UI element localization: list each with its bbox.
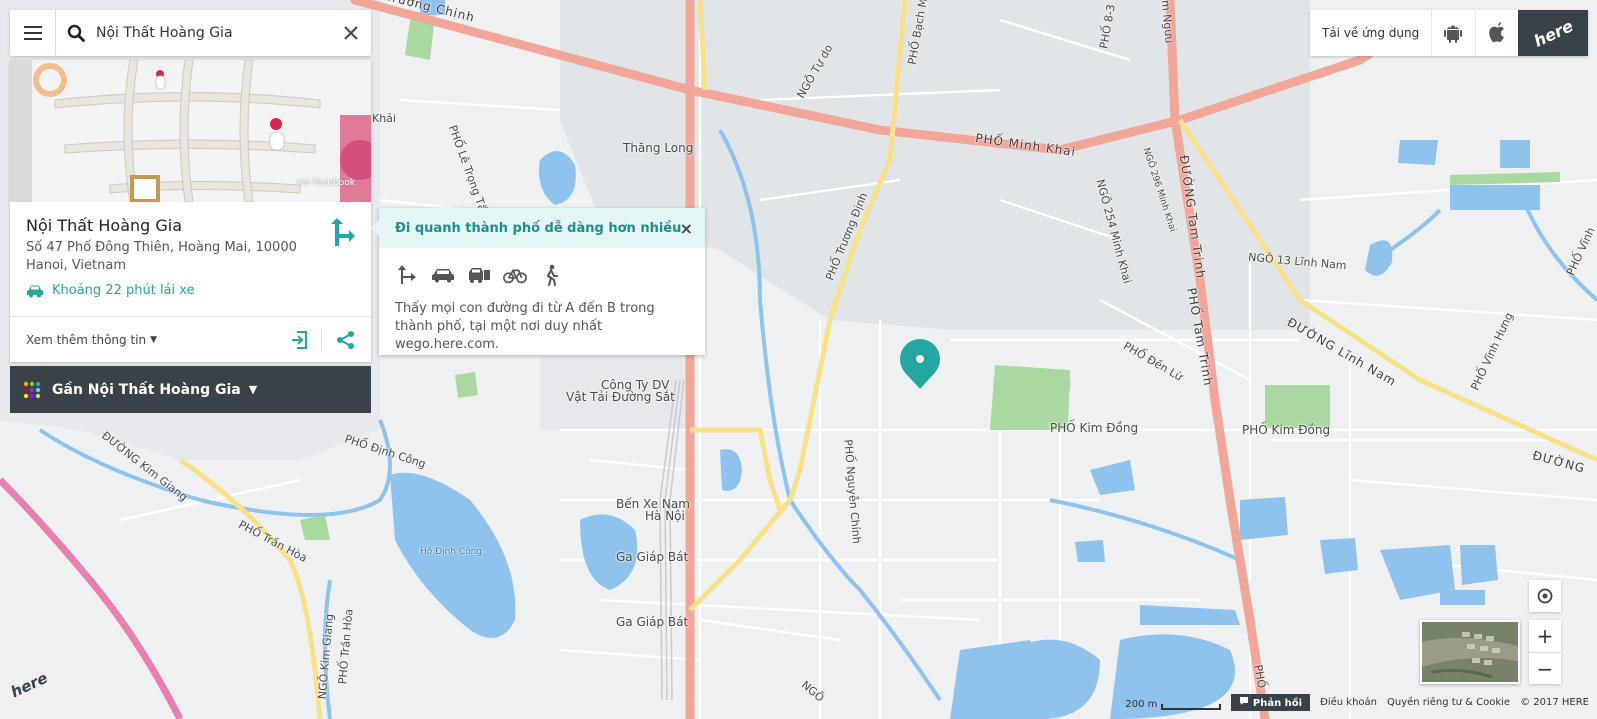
drive-time-text: Khoảng 22 phút lái xe bbox=[52, 283, 195, 298]
share-icon bbox=[337, 331, 354, 349]
map-label-ga-giap-bat-1: Ga Giáp Bát bbox=[616, 550, 689, 564]
actions-divider bbox=[321, 329, 322, 351]
satellite-view-toggle[interactable] bbox=[1420, 620, 1520, 684]
promo-close-button[interactable]: × bbox=[680, 219, 693, 238]
here-logo[interactable]: here bbox=[1518, 10, 1588, 56]
target-icon bbox=[1537, 588, 1553, 604]
location-pin bbox=[900, 339, 940, 389]
search-bar bbox=[10, 10, 371, 56]
car-icon bbox=[27, 285, 43, 297]
map-label-kim-dong-1: PHỐ Kim Đồng bbox=[1050, 421, 1139, 435]
map-label-kim-dong-2: PHỐ Kim Đồng bbox=[1242, 423, 1331, 437]
place-address: Số 47 Phố Đông Thiên, Hoàng Mai, 10000 H… bbox=[26, 240, 297, 273]
scale-label: 200 m bbox=[1125, 698, 1158, 710]
satellite-preview bbox=[1422, 622, 1518, 682]
ios-download-button[interactable] bbox=[1474, 10, 1518, 56]
chat-icon bbox=[1240, 697, 1249, 705]
transport-modes bbox=[379, 248, 705, 286]
more-info-label: Xem thêm thông tin bbox=[26, 332, 147, 347]
locate-me-button[interactable] bbox=[1529, 580, 1561, 612]
login-icon bbox=[292, 331, 307, 349]
bicycle-mode-icon[interactable] bbox=[503, 264, 527, 286]
menu-button[interactable] bbox=[10, 10, 56, 56]
map-label-khai: Khải bbox=[372, 112, 396, 125]
feedback-button[interactable]: Phản hồi bbox=[1231, 694, 1311, 711]
privacy-link[interactable]: Quyền riêng tư & Cookie bbox=[1387, 697, 1510, 708]
hamburger-icon bbox=[23, 32, 42, 34]
map-footer: 200 m Phản hồi Điều khoản Quyền riêng tư… bbox=[1125, 694, 1589, 711]
map-label-ga-giap-bat-2: Ga Giáp Bát bbox=[616, 615, 689, 629]
apple-icon bbox=[1489, 22, 1504, 43]
chevron-down-icon: ▼ bbox=[150, 334, 158, 345]
promo-header: Đi quanh thành phố dễ dàng hơn nhiều × bbox=[379, 208, 705, 248]
categories-icon bbox=[23, 381, 41, 398]
promo-title: Đi quanh thành phố dễ dàng hơn nhiều bbox=[395, 220, 682, 236]
android-download-button[interactable] bbox=[1431, 10, 1474, 56]
nearby-bar[interactable]: Gần Nội Thất Hoàng Gia ▼ bbox=[10, 366, 371, 413]
app-download-bar: Tải về ứng dụng here bbox=[1310, 10, 1588, 56]
map-label-ho-dinh-cong: Hồ Định Công bbox=[420, 547, 483, 557]
place-actions: Xem thêm thông tin ▼ bbox=[10, 316, 371, 362]
photo-credit: via Facebook bbox=[296, 178, 356, 188]
share-button[interactable] bbox=[335, 329, 357, 351]
route-button[interactable] bbox=[327, 216, 359, 248]
place-name: Nội Thất Hoàng Gia bbox=[26, 216, 183, 235]
walk-mode-icon[interactable] bbox=[539, 264, 563, 286]
promo-popup: Đi quanh thành phố dễ dàng hơn nhiều × T… bbox=[371, 208, 705, 355]
nearby-label: Gần Nội Thất Hoàng Gia bbox=[52, 381, 241, 398]
zoom-in-button[interactable]: + bbox=[1529, 620, 1561, 652]
app-download-label: Tải về ứng dụng bbox=[1322, 26, 1420, 40]
search-input[interactable] bbox=[96, 18, 331, 48]
place-info: Nội Thất Hoàng Gia Số 47 Phố Đông Thiên,… bbox=[10, 202, 371, 316]
place-card: via Facebook Nội Thất Hoàng Gia Số 47 Ph… bbox=[10, 60, 371, 362]
place-photo[interactable]: via Facebook bbox=[10, 60, 371, 202]
feedback-label: Phản hồi bbox=[1252, 698, 1303, 709]
search-icon bbox=[56, 24, 96, 42]
directions-icon bbox=[331, 218, 355, 246]
scale-bar bbox=[1161, 703, 1222, 710]
drive-time[interactable]: Khoảng 22 phút lái xe bbox=[26, 283, 355, 298]
save-button[interactable] bbox=[289, 329, 311, 351]
clear-search-button[interactable] bbox=[331, 10, 371, 56]
chevron-down-icon: ▼ bbox=[248, 383, 258, 396]
here-logo-text: here bbox=[1530, 15, 1576, 51]
map-label-ben-xe-2: Hà Nội bbox=[645, 509, 685, 523]
directions-mode-icon[interactable] bbox=[395, 264, 419, 286]
close-icon bbox=[344, 26, 358, 40]
map-scale: 200 m bbox=[1125, 696, 1222, 710]
map-label-cong-ty-2: Vật Tải Đường Sắt bbox=[566, 390, 675, 404]
more-info-link[interactable]: Xem thêm thông tin ▼ bbox=[26, 333, 157, 347]
zoom-out-button[interactable]: − bbox=[1529, 652, 1561, 684]
copyright: © 2017 HERE bbox=[1520, 697, 1589, 708]
terms-link[interactable]: Điều khoản bbox=[1320, 697, 1377, 708]
car-mode-icon[interactable] bbox=[431, 264, 455, 286]
android-icon bbox=[1444, 25, 1463, 43]
promo-text: Thấy mọi con đường đi từ A đến B trong t… bbox=[395, 301, 655, 352]
map-label-thang-long: Thăng Long bbox=[623, 141, 694, 155]
transit-mode-icon[interactable] bbox=[467, 264, 491, 286]
